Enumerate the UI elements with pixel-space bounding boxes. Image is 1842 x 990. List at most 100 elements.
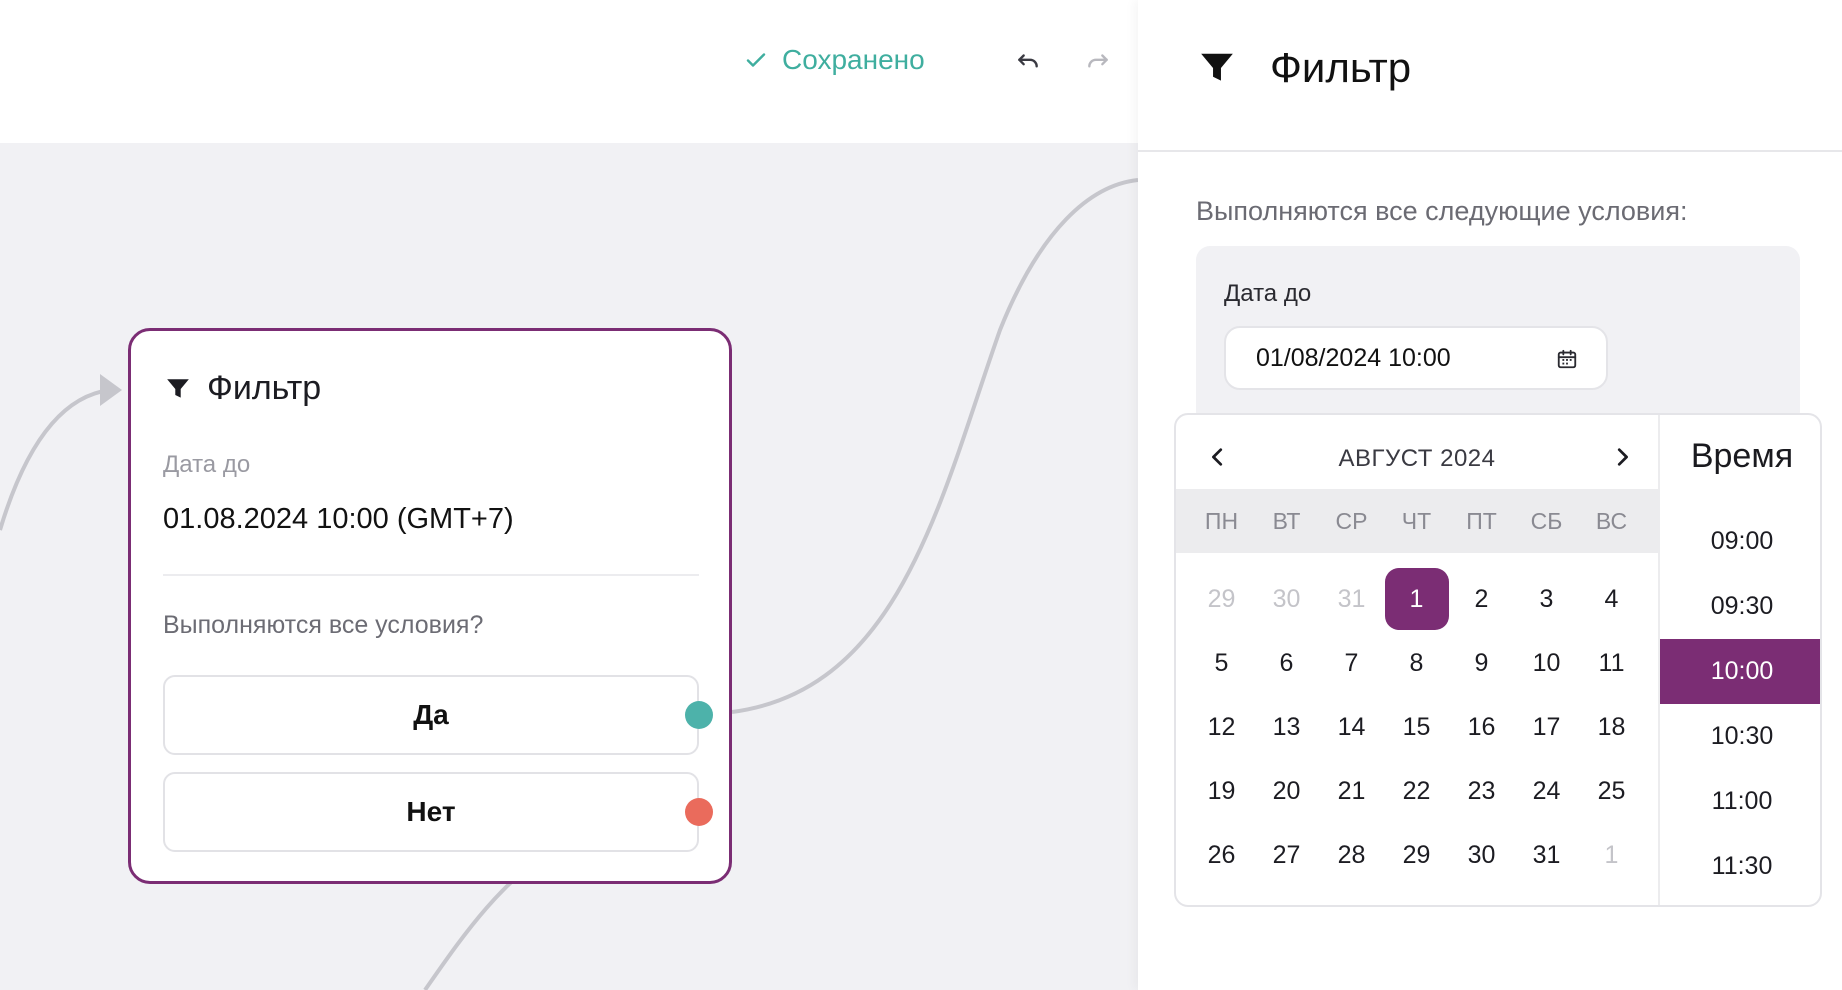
calendar-day[interactable]: 13 <box>1254 695 1319 759</box>
weekday-label: ЧТ <box>1401 507 1432 534</box>
time-slot[interactable]: 09:30 <box>1660 574 1820 639</box>
calendar-month-label: АВГУСТ 2024 <box>1338 445 1496 472</box>
branch-yes-label: Да <box>413 699 449 730</box>
incoming-arrow-icon <box>100 374 122 406</box>
calendar-day[interactable]: 2 <box>1449 567 1514 631</box>
date-input[interactable]: 01/08/2024 10:00 <box>1224 326 1608 390</box>
calendar-day-number: 8 <box>1409 648 1424 677</box>
time-list[interactable]: 09:0009:3010:0010:3011:0011:3012:00 <box>1660 509 1820 905</box>
calendar-day-number: 23 <box>1467 776 1496 805</box>
divider <box>163 574 699 576</box>
calendar-day[interactable]: 18 <box>1579 695 1644 759</box>
node-question: Выполняются все условия? <box>163 611 484 639</box>
yes-connector <box>731 178 1138 714</box>
weekday-header: ПН ВТ СР ЧТ ПТ СБ ВС <box>1176 489 1658 553</box>
calendar-day[interactable]: 25 <box>1579 759 1644 823</box>
calendar-day-number: 30 <box>1467 840 1496 869</box>
time-slot-selected[interactable]: 10:00 <box>1660 639 1820 704</box>
calendar-day-number: 20 <box>1272 776 1301 805</box>
calendar-day-number: 15 <box>1402 712 1431 741</box>
calendar-day-number: 12 <box>1207 712 1236 741</box>
calendar-day[interactable]: 10 <box>1514 631 1579 695</box>
branch-no-button[interactable]: Нет <box>163 772 699 852</box>
yes-output-port[interactable] <box>685 701 713 729</box>
calendar-day-number: 6 <box>1279 648 1294 677</box>
calendar-day-number: 9 <box>1474 648 1489 677</box>
datetime-picker: АВГУСТ 2024 ПН ВТ СР ЧТ ПТ СБ ВС 29 30 31 1… <box>1174 413 1822 907</box>
chevron-right-icon <box>1617 448 1628 466</box>
date-field-label: Дата до <box>1224 280 1312 307</box>
no-output-port[interactable] <box>685 798 713 826</box>
calendar-day[interactable]: 20 <box>1254 759 1319 823</box>
calendar-day-number: 7 <box>1344 648 1359 677</box>
calendar-day[interactable]: 12 <box>1189 695 1254 759</box>
filter-node[interactable]: Фильтр Дата до 01.08.2024 10:00 (GMT+7) … <box>128 328 732 884</box>
calendar-day[interactable]: 11 <box>1579 631 1644 695</box>
calendar-day[interactable]: 23 <box>1449 759 1514 823</box>
calendar-day[interactable]: 26 <box>1189 823 1254 887</box>
calendar-day-number: 30 <box>1272 584 1301 613</box>
node-title: Фильтр <box>165 369 321 408</box>
weekday-label: СР <box>1335 507 1368 534</box>
time-slot[interactable]: 10:30 <box>1660 704 1820 769</box>
panel-title-label: Фильтр <box>1270 44 1412 91</box>
calendar-day[interactable]: 3 <box>1514 567 1579 631</box>
weekday-label: ПН <box>1204 507 1239 534</box>
calendar-day-number: 29 <box>1207 584 1236 613</box>
calendar-day-number: 19 <box>1207 776 1236 805</box>
calendar-day[interactable]: 29 <box>1384 823 1449 887</box>
panel-title: Фильтр <box>1198 44 1411 92</box>
calendar-day-number: 3 <box>1539 584 1554 613</box>
calendar-icon[interactable] <box>1556 348 1578 370</box>
calendar-day-number: 13 <box>1272 712 1301 741</box>
calendar-day-number: 22 <box>1402 776 1431 805</box>
calendar-day[interactable]: 24 <box>1514 759 1579 823</box>
calendar-day-number: 27 <box>1272 840 1301 869</box>
calendar-day[interactable]: 21 <box>1319 759 1384 823</box>
panel-header: Фильтр <box>1138 0 1842 152</box>
calendar-day-number: 18 <box>1597 712 1626 741</box>
time-slot[interactable]: 11:00 <box>1660 769 1820 834</box>
calendar-day[interactable]: 22 <box>1384 759 1449 823</box>
time-column: Время 09:0009:3010:0010:3011:0011:3012:0… <box>1658 415 1820 905</box>
calendar-day[interactable]: 30 <box>1254 567 1319 631</box>
calendar-day[interactable]: 1 <box>1579 823 1644 887</box>
calendar-day[interactable]: 6 <box>1254 631 1319 695</box>
calendar-day[interactable]: 19 <box>1189 759 1254 823</box>
calendar-day-number: 21 <box>1337 776 1366 805</box>
calendar-day-number: 17 <box>1532 712 1561 741</box>
calendar-day[interactable]: 29 <box>1189 567 1254 631</box>
calendar-day[interactable]: 27 <box>1254 823 1319 887</box>
node-title-label: Фильтр <box>207 369 322 407</box>
conditions-label: Выполняются все следующие условия: <box>1196 196 1688 226</box>
calendar-day-number: 31 <box>1532 840 1561 869</box>
time-slot[interactable]: 09:00 <box>1660 509 1820 574</box>
calendar-day[interactable]: 14 <box>1319 695 1384 759</box>
calendar-day[interactable]: 30 <box>1449 823 1514 887</box>
calendar-days-grid: 29 30 31 1 2 3 4 5 6 7 8 9 10 11 12 13 14 15 16 17 18 19 20 21 2… <box>1189 567 1644 887</box>
calendar-day[interactable]: 28 <box>1319 823 1384 887</box>
next-month-button[interactable] <box>1604 439 1640 475</box>
calendar-day[interactable]: 9 <box>1449 631 1514 695</box>
calendar-day-number: 16 <box>1467 712 1496 741</box>
calendar-day[interactable]: 31 <box>1319 567 1384 631</box>
calendar-day-number: 2 <box>1474 584 1489 613</box>
branch-yes-button[interactable]: Да <box>163 675 699 755</box>
time-header: Время <box>1690 437 1794 475</box>
calendar-day-number: 24 <box>1532 776 1561 805</box>
calendar-day[interactable]: 4 <box>1579 567 1644 631</box>
time-slot[interactable]: 11:30 <box>1660 834 1820 899</box>
calendar-day[interactable]: 15 <box>1384 695 1449 759</box>
calendar-day-number: 26 <box>1207 840 1236 869</box>
weekday-label: ВС <box>1595 507 1628 534</box>
calendar-day[interactable]: 31 <box>1514 823 1579 887</box>
calendar-day[interactable]: 7 <box>1319 631 1384 695</box>
calendar-day[interactable]: 16 <box>1449 695 1514 759</box>
calendar-day[interactable]: 5 <box>1189 631 1254 695</box>
calendar-day-number: 1 <box>1384 568 1449 630</box>
time-slot[interactable]: 12:00 <box>1660 899 1820 905</box>
calendar-day[interactable]: 8 <box>1384 631 1449 695</box>
calendar-day-number: 29 <box>1402 840 1431 869</box>
calendar-day-selected[interactable]: 1 <box>1384 567 1449 631</box>
calendar-day[interactable]: 17 <box>1514 695 1579 759</box>
